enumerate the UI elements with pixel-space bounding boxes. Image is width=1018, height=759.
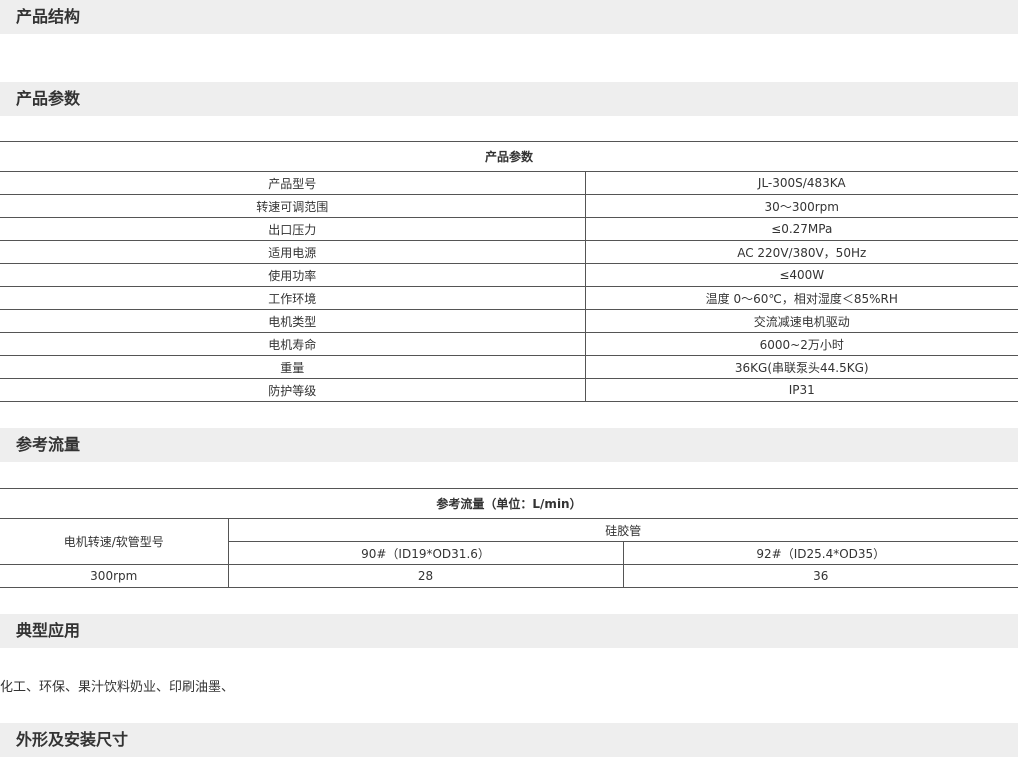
section-header-flow: 参考流量 — [0, 428, 1018, 462]
param-value-cell: ≤0.27MPa — [585, 217, 1018, 241]
flow-table: 参考流量（单位：L/min） 电机转速/软管型号 硅胶管 90#（ID19*OD… — [0, 488, 1018, 588]
param-value-cell: 温度 0～60℃，相对湿度＜85%RH — [585, 286, 1018, 310]
table-row: 产品型号 JL-300S/483KA — [0, 171, 1018, 195]
table-row: 300rpm 28 36 — [0, 564, 1018, 588]
param-label-cell: 适用电源 — [0, 240, 586, 264]
flow-group-header: 硅胶管 — [228, 518, 1018, 542]
param-label-cell: 重量 — [0, 355, 586, 379]
param-label-cell: 产品型号 — [0, 171, 586, 195]
param-value-cell: 30～300rpm — [585, 194, 1018, 218]
params-table-body: 产品型号 JL-300S/483KA 转速可调范围 30～300rpm 出口压力 ≤0.2… — [0, 171, 1018, 402]
flow-speed-cell: 300rpm — [0, 564, 229, 588]
param-label-cell: 电机寿命 — [0, 332, 586, 356]
param-label-cell: 使用功率 — [0, 263, 586, 287]
section-header-application: 典型应用 — [0, 614, 1018, 648]
table-row: 工作环境 温度 0～60℃，相对湿度＜85%RH — [0, 286, 1018, 310]
param-value-cell: 6000~2万小时 — [585, 332, 1018, 356]
page: 产品结构 产品参数 产品参数 产品型号 JL-300S/483KA 转速可调范围 30… — [0, 0, 1018, 759]
flow-value-cell: 36 — [623, 564, 1018, 588]
param-label-cell: 电机类型 — [0, 309, 586, 333]
param-value-cell: AC 220V/380V，50Hz — [585, 240, 1018, 264]
param-value-cell: 交流减速电机驱动 — [585, 309, 1018, 333]
table-row: 适用电源 AC 220V/380V，50Hz — [0, 240, 1018, 264]
table-row: 出口压力 ≤0.27MPa — [0, 217, 1018, 241]
table-row: 电机类型 交流减速电机驱动 — [0, 309, 1018, 333]
section-header-structure: 产品结构 — [0, 0, 1018, 34]
table-row: 使用功率 ≤400W — [0, 263, 1018, 287]
param-value-cell: ≤400W — [585, 263, 1018, 287]
application-text: 化工、环保、果汁饮料奶业、印刷油墨、 — [0, 680, 235, 695]
params-table: 产品参数 产品型号 JL-300S/483KA 转速可调范围 30～300rpm 出口压… — [0, 141, 1018, 402]
flow-column-header: 92#（ID25.4*OD35） — [623, 541, 1018, 565]
section-header-dimensions: 外形及安装尺寸 — [0, 723, 1018, 757]
table-row: 电机寿命 6000~2万小时 — [0, 332, 1018, 356]
params-table-title: 产品参数 — [0, 141, 1018, 172]
table-row: 重量 36KG(串联泵头44.5KG) — [0, 355, 1018, 379]
param-label-cell: 转速可调范围 — [0, 194, 586, 218]
param-value-cell: 36KG(串联泵头44.5KG) — [585, 355, 1018, 379]
param-label-cell: 工作环境 — [0, 286, 586, 310]
param-label-cell: 防护等级 — [0, 378, 586, 402]
param-value-cell: IP31 — [585, 378, 1018, 402]
param-label-cell: 出口压力 — [0, 217, 586, 241]
table-row: 转速可调范围 30～300rpm — [0, 194, 1018, 218]
flow-value-cell: 28 — [228, 564, 624, 588]
table-row: 防护等级 IP31 — [0, 378, 1018, 402]
flow-column-header: 90#（ID19*OD31.6） — [228, 541, 624, 565]
param-value-cell: JL-300S/483KA — [585, 171, 1018, 195]
flow-row-header: 电机转速/软管型号 — [0, 518, 229, 565]
section-header-params: 产品参数 — [0, 82, 1018, 116]
flow-table-title: 参考流量（单位：L/min） — [0, 488, 1018, 519]
